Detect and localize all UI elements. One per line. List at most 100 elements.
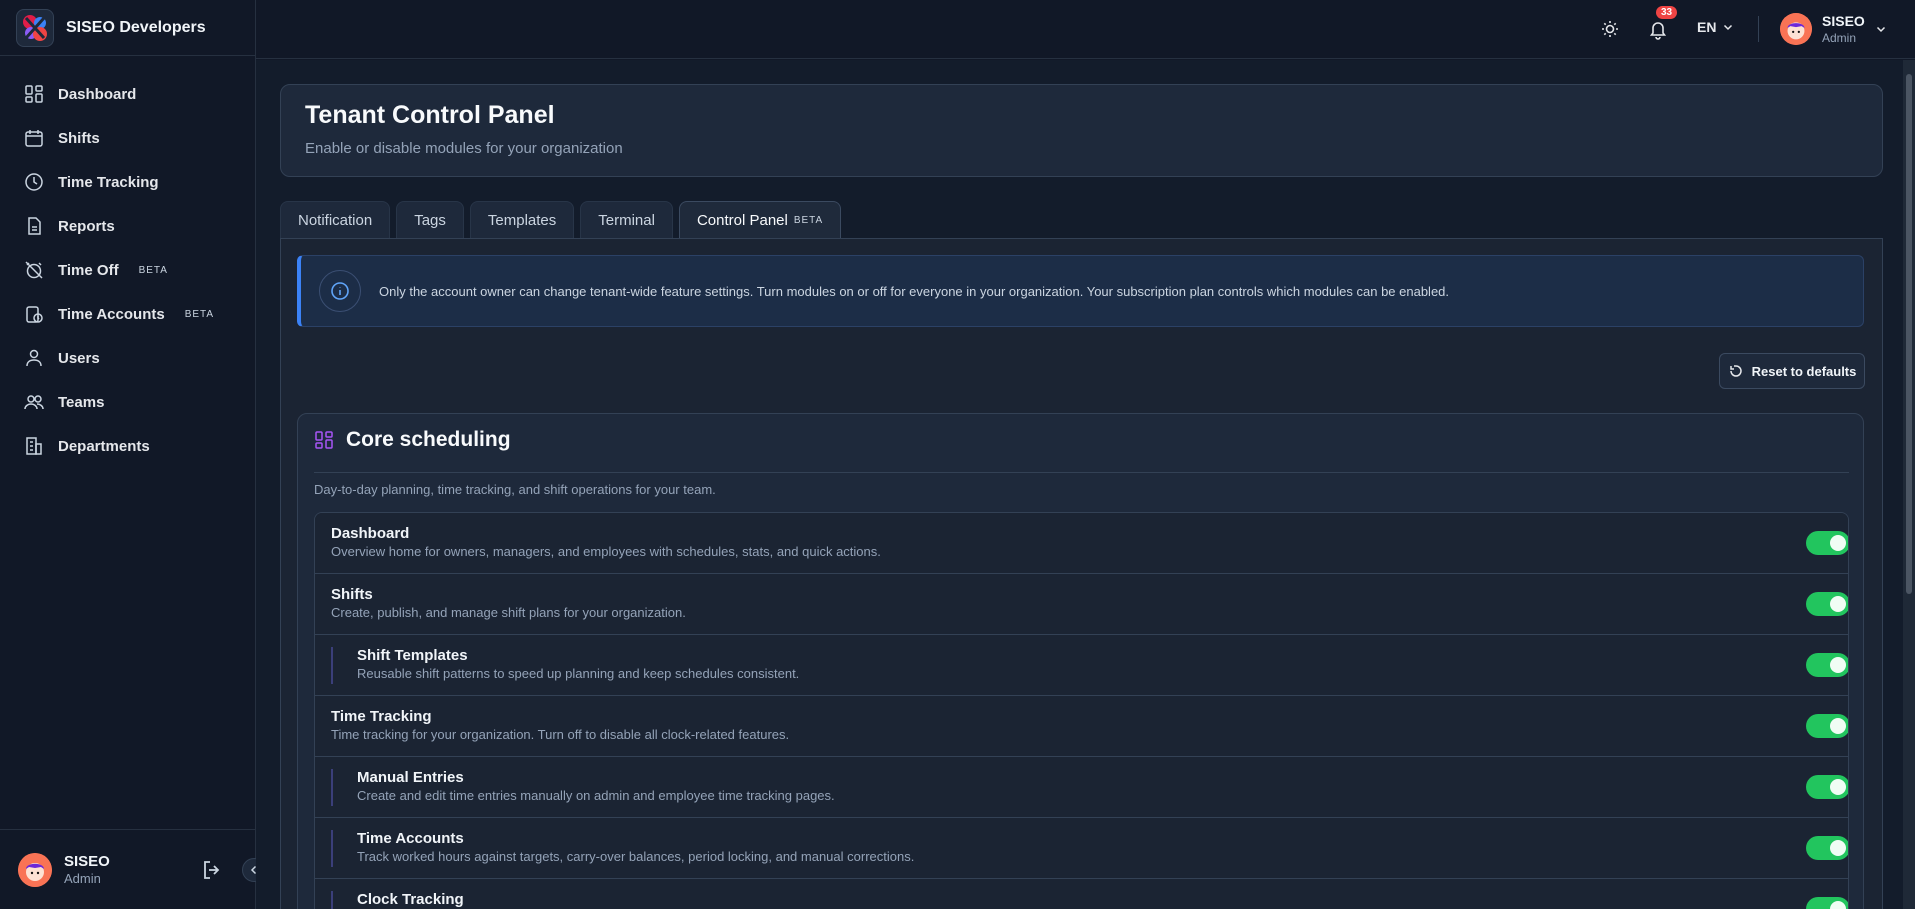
- main-content: Tenant Control Panel Enable or disable m…: [256, 60, 1903, 909]
- sidebar-item-label: Reports: [58, 217, 115, 235]
- module-row-time-tracking: Time Tracking Time tracking for your org…: [315, 696, 1848, 757]
- reset-icon: [1729, 365, 1742, 377]
- team-icon: [24, 395, 44, 410]
- module-name: Time Tracking: [331, 708, 432, 725]
- tab-label: Notification: [298, 212, 373, 229]
- sidebar-item-label: Teams: [58, 393, 105, 411]
- sidebar-item-label: Departments: [58, 437, 150, 455]
- header-user-name: SISEO: [1822, 13, 1865, 29]
- core-scheduling-section: Core scheduling Day-to-day planning, tim…: [297, 413, 1864, 909]
- sidebar-nav: Dashboard Shifts Time Tracking Reports T…: [0, 56, 255, 468]
- tab-label: Control Panel: [696, 212, 788, 229]
- calendar-icon: [25, 130, 43, 147]
- bell-icon[interactable]: [1647, 18, 1669, 40]
- sidebar-item-dashboard[interactable]: Dashboard: [0, 72, 255, 116]
- tab-label: Terminal: [598, 212, 655, 229]
- page-subtitle: Enable or disable modules for your organ…: [305, 140, 623, 157]
- tab-notification[interactable]: Notification: [280, 201, 391, 239]
- module-name: Manual Entries: [357, 769, 464, 786]
- sidebar-item-time-accounts[interactable]: Time Accounts BETA: [0, 292, 255, 336]
- module-toggle-clock-tracking[interactable]: [1806, 897, 1848, 909]
- sidebar-item-departments[interactable]: Departments: [0, 424, 255, 468]
- avatar[interactable]: [18, 852, 52, 887]
- reset-to-defaults-button[interactable]: Reset to defaults: [1719, 353, 1865, 389]
- section-description: Day-to-day planning, time tracking, and …: [314, 482, 716, 497]
- module-list: Dashboard Overview home for owners, mana…: [314, 512, 1849, 909]
- tab-control-panel[interactable]: Control Panel BETA: [678, 201, 842, 239]
- sidebar-item-label: Time Accounts: [58, 305, 165, 323]
- page-header: Tenant Control Panel Enable or disable m…: [280, 84, 1883, 177]
- header-divider: [1758, 16, 1759, 42]
- sidebar-item-label: Time Tracking: [58, 173, 159, 191]
- sidebar-item-teams[interactable]: Teams: [0, 380, 255, 424]
- brand-name: SISEO Developers: [66, 18, 206, 36]
- tab-label: Tags: [414, 212, 446, 229]
- settings-tabs: Notification Tags Templates Terminal Con…: [280, 201, 842, 239]
- module-description: Reusable shift patterns to speed up plan…: [357, 666, 800, 681]
- section-title: Core scheduling: [346, 428, 511, 451]
- module-description: Create and edit time entries manually on…: [357, 788, 835, 803]
- sidebar-item-time-off[interactable]: Time Off BETA: [0, 248, 255, 292]
- module-toggle-manual-entries[interactable]: [1806, 775, 1848, 799]
- tab-templates[interactable]: Templates: [469, 201, 575, 239]
- module-name: Time Accounts: [357, 830, 464, 847]
- sidebar: SISEO Developers Dashboard Shifts Time T…: [0, 0, 256, 909]
- sidebar-item-shifts[interactable]: Shifts: [0, 116, 255, 160]
- module-name: Shifts: [331, 586, 373, 603]
- tab-tags[interactable]: Tags: [396, 201, 464, 239]
- child-indent-bar: [331, 891, 333, 909]
- brand-logo-icon: [16, 8, 54, 47]
- info-icon: [319, 270, 361, 312]
- user-icon: [26, 349, 42, 367]
- top-bar: 33 EN SISEO Admin: [256, 0, 1915, 59]
- sidebar-item-label: Users: [58, 349, 100, 367]
- user-role: Admin: [64, 870, 101, 886]
- sidebar-item-reports[interactable]: Reports: [0, 204, 255, 248]
- module-toggle-time-accounts[interactable]: [1806, 836, 1848, 860]
- control-panel-content: Only the account owner can change tenant…: [280, 238, 1883, 909]
- beta-badge: BETA: [793, 215, 824, 226]
- module-row-clock-tracking: Clock Tracking: [315, 879, 1848, 909]
- language-selector[interactable]: EN: [1697, 19, 1734, 35]
- info-banner: Only the account owner can change tenant…: [297, 255, 1864, 327]
- module-row-shift-templates: Shift Templates Reusable shift patterns …: [315, 635, 1848, 696]
- sidebar-item-users[interactable]: Users: [0, 336, 255, 380]
- building-icon: [26, 437, 42, 455]
- tab-terminal[interactable]: Terminal: [580, 201, 673, 239]
- sidebar-item-time-tracking[interactable]: Time Tracking: [0, 160, 255, 204]
- module-description: Track worked hours against targets, carr…: [357, 849, 915, 864]
- beta-badge: BETA: [184, 308, 215, 320]
- dashboard-icon: [25, 85, 43, 103]
- sidebar-user: SISEO Admin: [0, 829, 256, 909]
- chevron-down-icon: [1724, 24, 1733, 31]
- reset-label: Reset to defaults: [1751, 363, 1857, 379]
- header-user-role: Admin: [1822, 31, 1857, 45]
- clock-icon: [25, 173, 43, 191]
- time-account-icon: [26, 306, 43, 323]
- report-icon: [28, 217, 41, 235]
- module-toggle-shift-templates[interactable]: [1806, 653, 1848, 677]
- user-name: SISEO: [64, 852, 110, 870]
- alarm-off-icon: [25, 261, 43, 279]
- child-indent-bar: [331, 830, 333, 867]
- module-row-manual-entries: Manual Entries Create and edit time entr…: [315, 757, 1848, 818]
- scrollbar-thumb[interactable]: [1906, 74, 1912, 594]
- module-name: Shift Templates: [357, 647, 468, 664]
- logout-icon[interactable]: [200, 858, 224, 882]
- tab-label: Templates: [487, 212, 557, 229]
- page-scrollbar[interactable]: [1903, 60, 1915, 909]
- module-description: Time tracking for your organization. Tur…: [331, 727, 790, 742]
- brand[interactable]: SISEO Developers: [0, 0, 255, 56]
- module-toggle-dashboard[interactable]: [1806, 531, 1848, 555]
- child-indent-bar: [331, 647, 333, 684]
- module-row-shifts: Shifts Create, publish, and manage shift…: [315, 574, 1848, 635]
- header-user-menu[interactable]: SISEO Admin: [1780, 12, 1887, 46]
- section-header: Core scheduling: [314, 428, 511, 452]
- module-name: Clock Tracking: [357, 891, 464, 908]
- module-toggle-time-tracking[interactable]: [1806, 714, 1848, 738]
- section-divider: [314, 472, 1849, 473]
- chevron-down-icon: [1876, 26, 1885, 33]
- notification-badge: 33: [1656, 6, 1678, 19]
- module-toggle-shifts[interactable]: [1806, 592, 1848, 616]
- theme-toggle-icon[interactable]: [1599, 18, 1621, 40]
